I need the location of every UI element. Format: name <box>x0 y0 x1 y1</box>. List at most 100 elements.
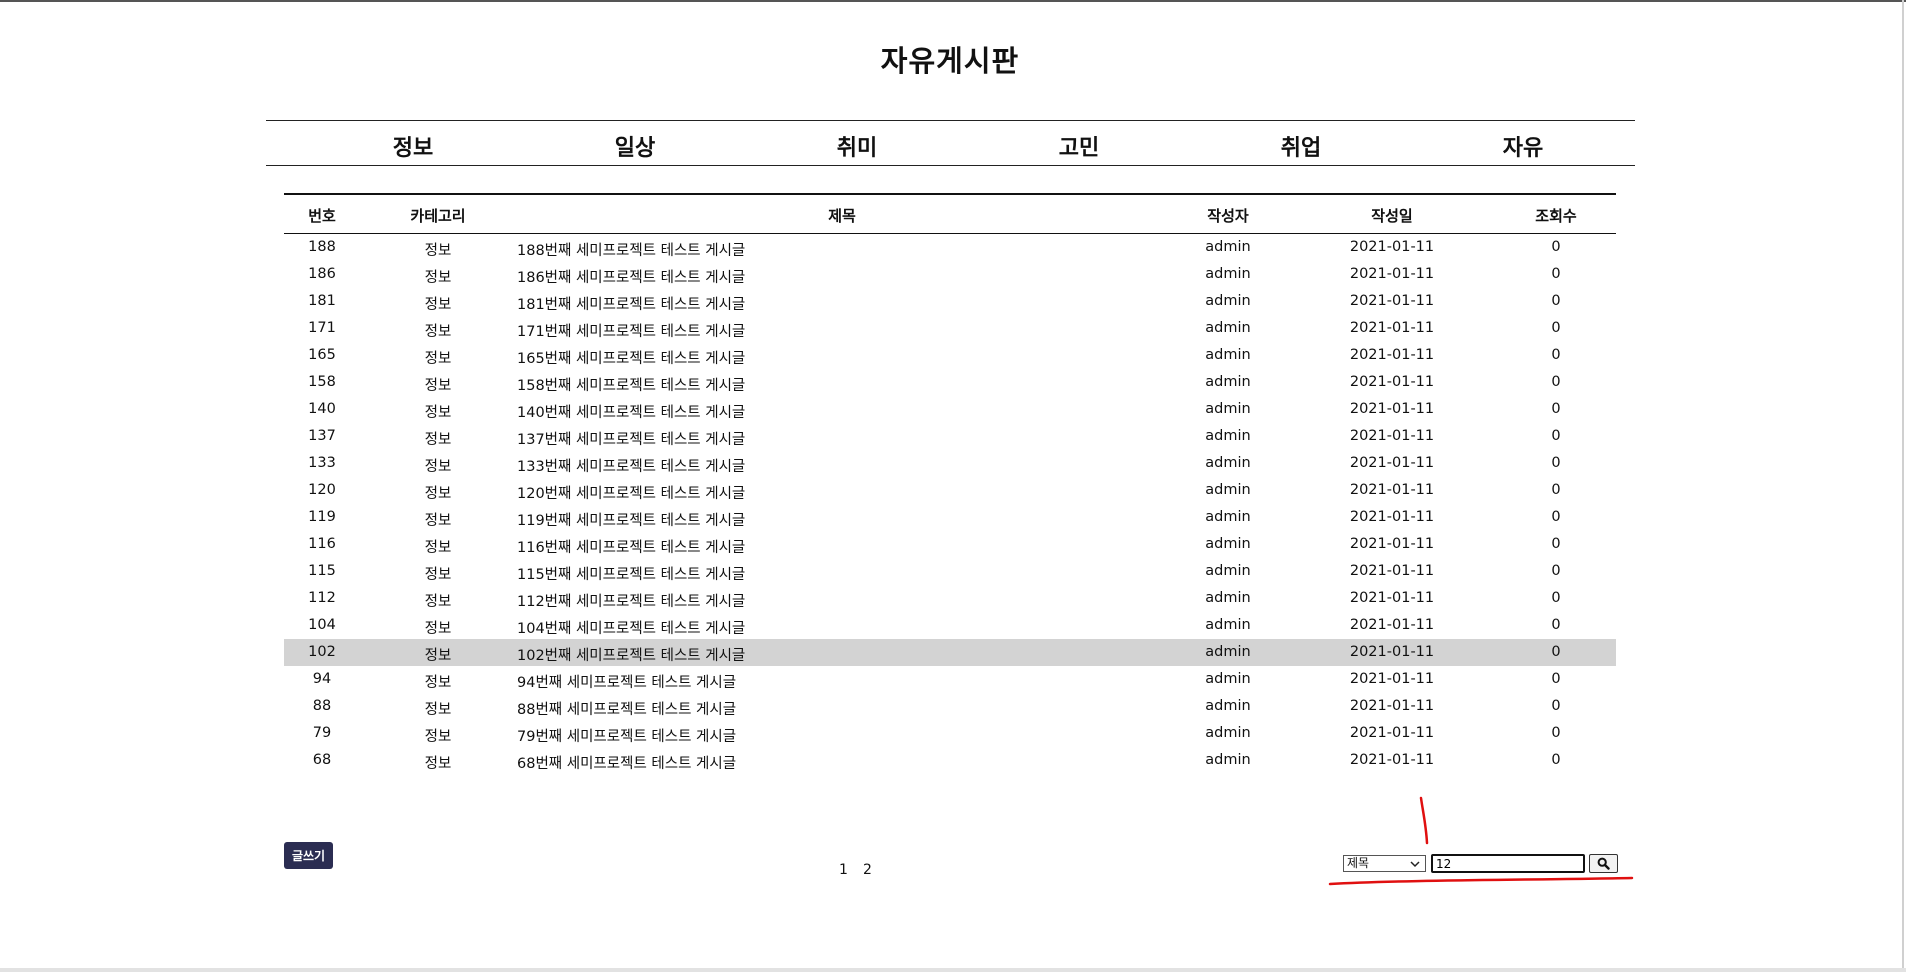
post-title-link[interactable]: 68번째 세미프로젝트 테스트 게시글 <box>517 752 736 773</box>
post-title-link[interactable]: 181번째 세미프로젝트 테스트 게시글 <box>517 293 745 314</box>
table-row[interactable]: 188 정보 188번째 세미프로젝트 테스트 게시글 admin 2021-01-11… <box>284 234 1616 261</box>
table-row[interactable]: 171 정보 171번째 세미프로젝트 테스트 게시글 admin 2021-01-11… <box>284 315 1616 342</box>
table-row[interactable]: 102 정보 102번째 세미프로젝트 테스트 게시글 admin 2021-01-11… <box>284 639 1616 666</box>
cell-author: admin <box>1205 752 1251 768</box>
cell-views: 0 <box>1551 698 1561 714</box>
table-row[interactable]: 79 정보 79번째 세미프로젝트 테스트 게시글 admin 2021-01-11 0 <box>284 720 1616 747</box>
cell-number: 79 <box>312 725 332 741</box>
cell-author: admin <box>1205 536 1251 552</box>
category-tab-hobby[interactable]: 취미 <box>797 130 917 162</box>
cell-author: admin <box>1205 563 1251 579</box>
table-header: 번호 카테고리 제목 작성자 작성일 조회수 <box>284 193 1616 234</box>
table-row[interactable]: 88 정보 88번째 세미프로젝트 테스트 게시글 admin 2021-01-11 0 <box>284 693 1616 720</box>
category-tab-info[interactable]: 정보 <box>353 130 473 162</box>
cell-date: 2021-01-11 <box>1349 320 1435 336</box>
cell-number: 116 <box>308 536 336 552</box>
cell-category: 정보 <box>424 648 452 664</box>
table-row[interactable]: 115 정보 115번째 세미프로젝트 테스트 게시글 admin 2021-01-11… <box>284 558 1616 585</box>
post-title-link[interactable]: 94번째 세미프로젝트 테스트 게시글 <box>517 671 736 692</box>
cell-category: 정보 <box>424 378 452 394</box>
post-title-link[interactable]: 158번째 세미프로젝트 테스트 게시글 <box>517 374 745 395</box>
cell-category: 정보 <box>424 405 452 421</box>
category-tab-daily[interactable]: 일상 <box>575 130 695 162</box>
window-bottom-border <box>0 968 1906 972</box>
table-row[interactable]: 137 정보 137번째 세미프로젝트 테스트 게시글 admin 2021-01-11… <box>284 423 1616 450</box>
cell-category: 정보 <box>424 594 452 610</box>
cell-category: 정보 <box>424 324 452 340</box>
search-field-selected: 제목 <box>1347 856 1370 870</box>
search-button[interactable] <box>1589 854 1618 873</box>
cell-category: 정보 <box>424 567 452 583</box>
post-title-link[interactable]: 119번째 세미프로젝트 테스트 게시글 <box>517 509 745 530</box>
cell-views: 0 <box>1551 320 1561 336</box>
cell-author: admin <box>1205 266 1251 282</box>
category-tab-job[interactable]: 취업 <box>1241 130 1361 162</box>
cell-views: 0 <box>1551 752 1561 768</box>
write-post-button[interactable]: 글쓰기 <box>284 842 333 869</box>
post-title-link[interactable]: 137번째 세미프로젝트 테스트 게시글 <box>517 428 745 449</box>
table-row[interactable]: 104 정보 104번째 세미프로젝트 테스트 게시글 admin 2021-01-11… <box>284 612 1616 639</box>
table-row[interactable]: 140 정보 140번째 세미프로젝트 테스트 게시글 admin 2021-01-11… <box>284 396 1616 423</box>
search-field-select[interactable]: 제목 <box>1343 855 1426 872</box>
post-title-link[interactable]: 104번째 세미프로젝트 테스트 게시글 <box>517 617 745 638</box>
post-title-link[interactable]: 120번째 세미프로젝트 테스트 게시글 <box>517 482 745 503</box>
search-input[interactable] <box>1431 854 1585 873</box>
cell-date: 2021-01-11 <box>1349 671 1435 687</box>
cell-author: admin <box>1205 509 1251 525</box>
cell-views: 0 <box>1551 563 1561 579</box>
cell-number: 181 <box>308 293 336 309</box>
cell-category: 정보 <box>424 486 452 502</box>
cell-author: admin <box>1205 401 1251 417</box>
post-title-link[interactable]: 88번째 세미프로젝트 테스트 게시글 <box>517 698 736 719</box>
cell-author: admin <box>1205 644 1251 660</box>
cell-date: 2021-01-11 <box>1349 428 1435 444</box>
table-row[interactable]: 68 정보 68번째 세미프로젝트 테스트 게시글 admin 2021-01-11 0 <box>284 747 1616 774</box>
post-title-link[interactable]: 102번째 세미프로젝트 테스트 게시글 <box>517 644 745 665</box>
post-title-link[interactable]: 79번째 세미프로젝트 테스트 게시글 <box>517 725 736 746</box>
cell-category: 정보 <box>424 459 452 475</box>
scrollbar-track[interactable] <box>1902 0 1904 972</box>
cell-category: 정보 <box>424 513 452 529</box>
post-title-link[interactable]: 133번째 세미프로젝트 테스트 게시글 <box>517 455 745 476</box>
cell-category: 정보 <box>424 756 452 772</box>
post-title-link[interactable]: 171번째 세미프로젝트 테스트 게시글 <box>517 320 745 341</box>
category-tab-free[interactable]: 자유 <box>1463 130 1583 162</box>
category-tab-concern[interactable]: 고민 <box>1019 130 1139 162</box>
cell-date: 2021-01-11 <box>1349 482 1435 498</box>
post-title-link[interactable]: 186번째 세미프로젝트 테스트 게시글 <box>517 266 745 287</box>
cell-author: admin <box>1205 455 1251 471</box>
post-title-link[interactable]: 112번째 세미프로젝트 테스트 게시글 <box>517 590 745 611</box>
cell-category: 정보 <box>424 351 452 367</box>
table-row[interactable]: 120 정보 120번째 세미프로젝트 테스트 게시글 admin 2021-01-11… <box>284 477 1616 504</box>
table-row[interactable]: 116 정보 116번째 세미프로젝트 테스트 게시글 admin 2021-01-11… <box>284 531 1616 558</box>
cell-category: 정보 <box>424 702 452 718</box>
post-title-link[interactable]: 115번째 세미프로젝트 테스트 게시글 <box>517 563 745 584</box>
cell-views: 0 <box>1551 644 1561 660</box>
cell-author: admin <box>1205 590 1251 606</box>
page-link-1[interactable]: 1 <box>839 862 848 878</box>
post-title-link[interactable]: 188번째 세미프로젝트 테스트 게시글 <box>517 239 745 260</box>
table-row[interactable]: 112 정보 112번째 세미프로젝트 테스트 게시글 admin 2021-01-11… <box>284 585 1616 612</box>
post-title-link[interactable]: 165번째 세미프로젝트 테스트 게시글 <box>517 347 745 368</box>
table-row[interactable]: 94 정보 94번째 세미프로젝트 테스트 게시글 admin 2021-01-11 0 <box>284 666 1616 693</box>
cell-category: 정보 <box>424 729 452 745</box>
table-row[interactable]: 181 정보 181번째 세미프로젝트 테스트 게시글 admin 2021-01-11… <box>284 288 1616 315</box>
cell-author: admin <box>1205 293 1251 309</box>
cell-views: 0 <box>1551 239 1561 255</box>
cell-date: 2021-01-11 <box>1349 536 1435 552</box>
cell-views: 0 <box>1551 266 1561 282</box>
cell-category: 정보 <box>424 297 452 313</box>
post-title-link[interactable]: 140번째 세미프로젝트 테스트 게시글 <box>517 401 745 422</box>
cell-category: 정보 <box>424 621 452 637</box>
table-row[interactable]: 119 정보 119번째 세미프로젝트 테스트 게시글 admin 2021-01-11… <box>284 504 1616 531</box>
table-row[interactable]: 165 정보 165번째 세미프로젝트 테스트 게시글 admin 2021-01-11… <box>284 342 1616 369</box>
post-title-link[interactable]: 116번째 세미프로젝트 테스트 게시글 <box>517 536 745 557</box>
cell-views: 0 <box>1551 374 1561 390</box>
table-row[interactable]: 133 정보 133번째 세미프로젝트 테스트 게시글 admin 2021-01-11… <box>284 450 1616 477</box>
page-link-2[interactable]: 2 <box>863 862 872 878</box>
table-row[interactable]: 186 정보 186번째 세미프로젝트 테스트 게시글 admin 2021-01-11… <box>284 261 1616 288</box>
cell-views: 0 <box>1551 536 1561 552</box>
table-row[interactable]: 158 정보 158번째 세미프로젝트 테스트 게시글 admin 2021-01-11… <box>284 369 1616 396</box>
cell-number: 68 <box>312 752 332 768</box>
page-title: 자유게시판 <box>880 44 1020 78</box>
